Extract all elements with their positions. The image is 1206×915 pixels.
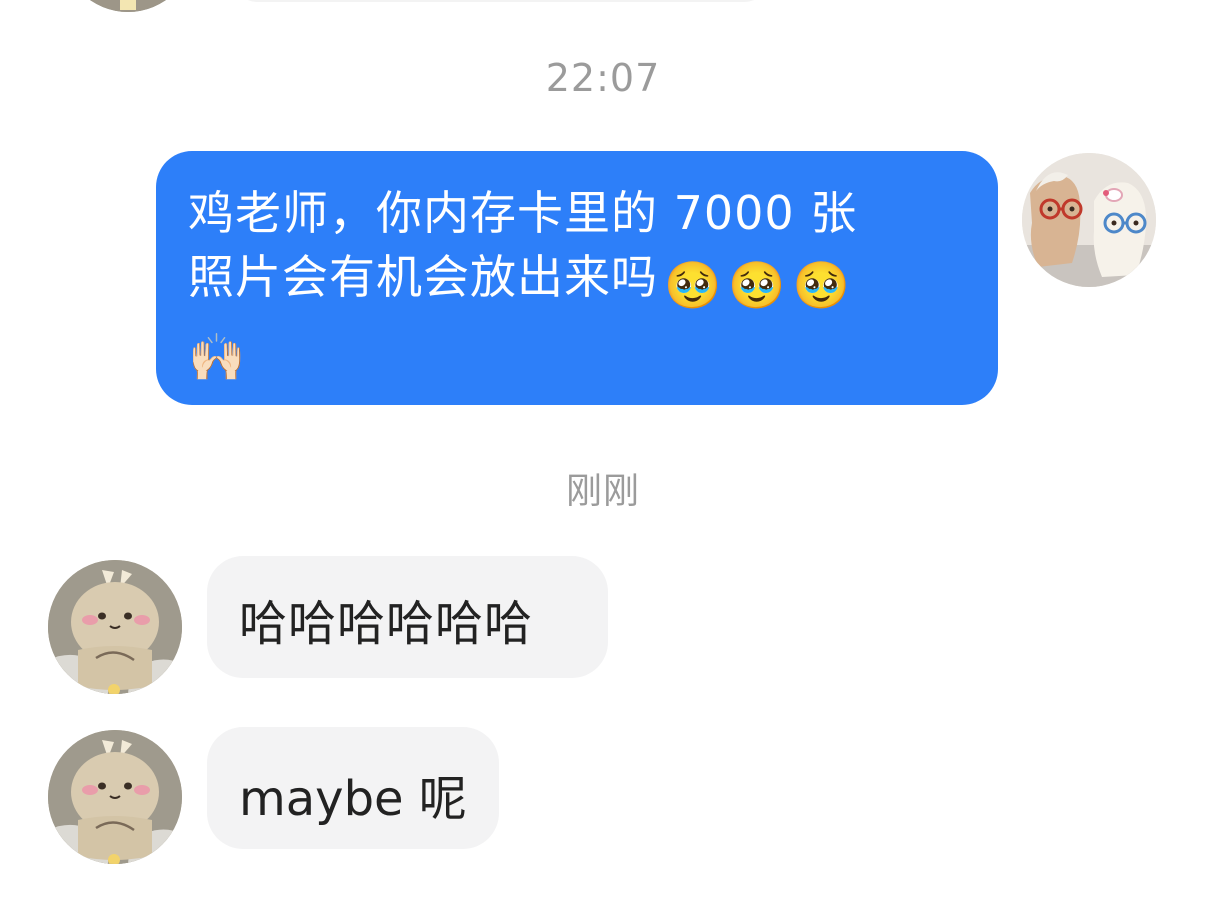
avatar-other[interactable] <box>48 560 182 694</box>
avatar-other[interactable] <box>48 730 182 864</box>
rabbit-avatar-icon <box>48 730 182 864</box>
message-text-line: 🙌🏻 <box>188 317 964 389</box>
avatar-other-previous[interactable] <box>62 0 194 12</box>
message-text-line: 照片会有机会放出来吗 🥹 🥹 🥹 <box>188 245 964 317</box>
palms-up-together-emoji-icon: 🙌🏻 <box>188 330 247 384</box>
horse-figurines-avatar-icon <box>1022 153 1156 287</box>
message-text-line: 鸡老师，你内存卡里的 7000 张 <box>188 186 858 240</box>
pleading-face-emoji-icon: 🥹 <box>792 258 851 312</box>
rabbit-avatar-icon <box>62 0 194 12</box>
message-text: maybe 呢 <box>239 771 467 827</box>
message-text: 照片会有机会放出来吗 <box>188 250 658 304</box>
incoming-message-bubble[interactable]: maybe 呢 <box>207 727 499 849</box>
pleading-face-emoji-icon: 🥹 <box>664 258 723 312</box>
avatar-me[interactable] <box>1022 153 1156 287</box>
outgoing-message-bubble[interactable]: 鸡老师，你内存卡里的 7000 张 照片会有机会放出来吗 🥹 🥹 🥹 🙌🏻 <box>156 151 998 405</box>
timestamp: 22:07 <box>545 56 661 100</box>
rabbit-avatar-icon <box>48 560 182 694</box>
message-text: 哈哈哈哈哈哈 <box>239 596 534 652</box>
chat-thread[interactable]: 22:07 鸡老师，你内存卡里的 7000 张 照片会有机会放出来吗 🥹 🥹 🥹 🙌🏻 <box>0 0 1206 915</box>
previous-message-bubble[interactable] <box>236 0 766 2</box>
pleading-face-emoji-icon: 🥹 <box>728 258 787 312</box>
incoming-message-bubble[interactable]: 哈哈哈哈哈哈 <box>207 556 608 678</box>
timestamp: 刚刚 <box>565 471 640 512</box>
